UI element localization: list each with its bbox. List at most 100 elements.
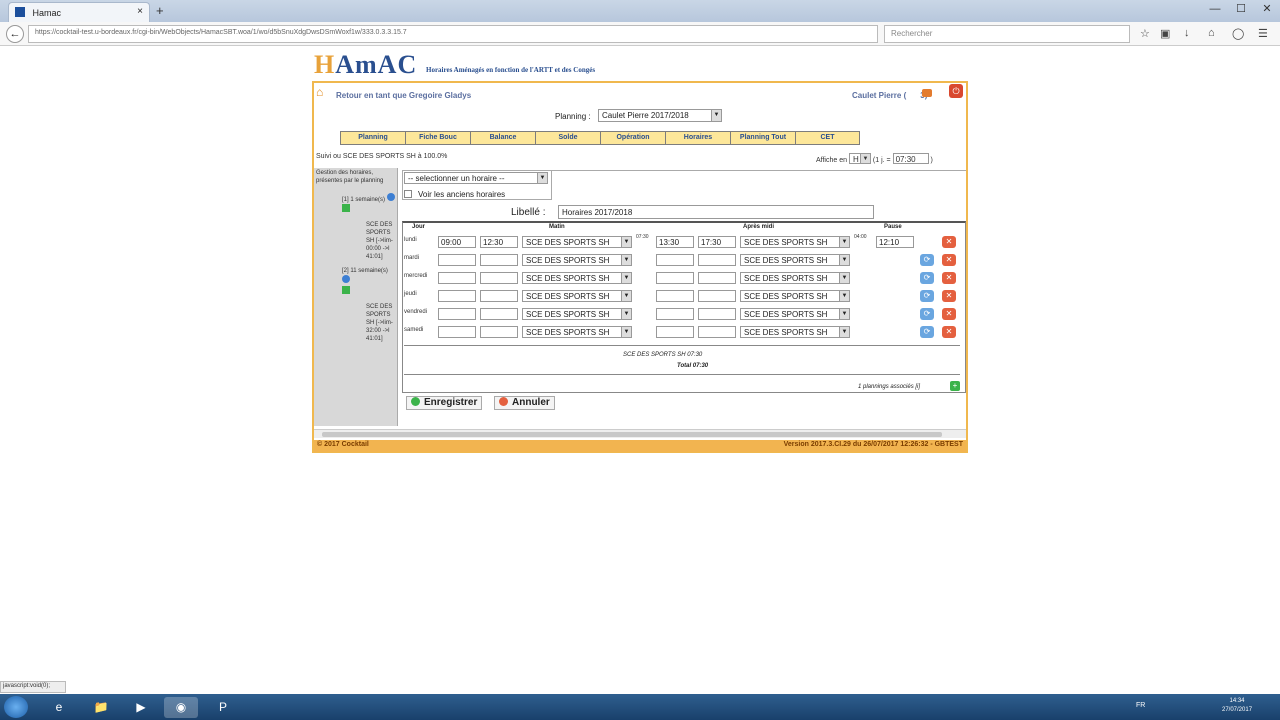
scrollbar-thumb[interactable] [322,432,942,437]
morning-start-input[interactable] [438,326,476,338]
sidebar-week2[interactable]: [2] 11 semaine(s) [342,267,395,297]
menu-item-6[interactable]: Planning Tout [730,131,795,145]
morning-end-input[interactable] [480,254,518,266]
address-bar[interactable]: https://cocktail-test.u-bordeaux.fr/cgi-… [28,25,878,43]
morning-start-input[interactable] [438,254,476,266]
bookmark-star-icon[interactable]: ☆ [1140,27,1150,40]
morning-end-input[interactable] [480,272,518,284]
tab-hamac[interactable]: Hamac × [8,2,150,22]
copy-icon[interactable]: ⟳ [920,326,934,338]
ie-icon[interactable]: e [42,697,76,718]
menu-item-4[interactable]: Opération [600,131,665,145]
morning-service-select[interactable]: SCE DES SPORTS SH ▼ [522,290,632,302]
col-jour: Jour [412,224,426,230]
afternoon-service-select[interactable]: SCE DES SPORTS SH ▼ [740,290,850,302]
download-icon[interactable]: ↓ [1184,27,1190,39]
mail-icon[interactable] [922,89,932,97]
morning-end-input[interactable]: 12:30 [480,236,518,248]
show-old-checkbox[interactable] [404,190,412,198]
firefox-icon[interactable]: ◉ [164,697,198,718]
menu-item-2[interactable]: Balance [470,131,535,145]
menu-item-3[interactable]: Solde [535,131,600,145]
copy-icon[interactable]: ⟳ [920,308,934,320]
afternoon-service-select[interactable]: SCE DES SPORTS SH ▼ [740,254,850,266]
clock[interactable]: 14:34 27/07/2017 [1222,697,1252,715]
libelle-input[interactable]: Horaires 2017/2018 [558,205,874,219]
menu-item-0[interactable]: Planning [340,131,405,145]
home-icon[interactable]: ⌂ [1208,27,1215,39]
back-arrow-icon[interactable]: ← [6,25,24,43]
minimize-button[interactable]: — [1202,0,1228,20]
afternoon-start-input[interactable]: 13:30 [656,236,694,248]
afternoon-end-input[interactable] [698,290,736,302]
delete-icon[interactable]: ✕ [942,290,956,302]
afternoon-end-input[interactable] [698,254,736,266]
menu-item-7[interactable]: CET [795,131,860,145]
copy-icon[interactable]: ⟳ [920,254,934,266]
delete-icon[interactable]: ✕ [942,254,956,266]
morning-service-select[interactable]: SCE DES SPORTS SH ▼ [522,254,632,266]
powerpoint-icon[interactable]: P [206,697,240,718]
morning-start-input[interactable] [438,290,476,302]
morning-service-select[interactable]: SCE DES SPORTS SH ▼ [522,326,632,338]
close-window-button[interactable]: ✕ [1254,0,1280,20]
delete-icon[interactable]: ✕ [942,326,956,338]
morning-service-select[interactable]: SCE DES SPORTS SH ▼ [522,308,632,320]
delete-icon[interactable]: ✕ [942,308,956,320]
afternoon-start-input[interactable] [656,254,694,266]
delete-icon[interactable]: ✕ [942,272,956,284]
new-tab-button[interactable]: + [156,3,164,18]
delete-icon[interactable]: ✕ [942,236,956,248]
horizontal-scrollbar[interactable] [314,429,966,438]
maximize-button[interactable]: ☐ [1228,0,1254,20]
afternoon-start-input[interactable] [656,290,694,302]
afternoon-service-select[interactable]: SCE DES SPORTS SH ▼ [740,308,850,320]
library-icon[interactable]: ▣ [1160,27,1170,40]
horaire-select[interactable]: -- selectionner un horaire -- ▼ [404,172,548,184]
home-icon[interactable]: ⌂ [316,85,323,99]
unit-select[interactable]: H ▼ [848,153,871,164]
cancel-button[interactable]: Annuler [494,396,555,410]
afternoon-start-input[interactable] [656,326,694,338]
morning-end-input[interactable] [480,290,518,302]
afternoon-start-input[interactable] [656,308,694,320]
pause-input[interactable]: 12:10 [876,236,914,248]
tab-close-button[interactable]: × [137,6,143,17]
media-player-icon[interactable]: ▶ [124,697,158,718]
save-button[interactable]: Enregistrer [406,396,483,410]
morning-start-input[interactable] [438,272,476,284]
morning-service-select[interactable]: SCE DES SPORTS SH ▼ [522,236,632,248]
afternoon-end-input[interactable] [698,326,736,338]
afternoon-service-select[interactable]: SCE DES SPORTS SH ▼ [740,272,850,284]
morning-end-input[interactable] [480,326,518,338]
divider [404,374,960,375]
start-button[interactable] [4,696,28,718]
copy-icon[interactable]: ⟳ [920,290,934,302]
morning-end-input[interactable] [480,308,518,320]
day-label: vendredi [404,309,428,315]
afternoon-service-select[interactable]: SCE DES SPORTS SH ▼ [740,236,850,248]
afternoon-start-input[interactable] [656,272,694,284]
morning-start-input[interactable] [438,308,476,320]
menu-hamburger-icon[interactable]: ☰ [1258,27,1268,40]
logout-icon[interactable]: ⏻ [949,84,963,98]
planning-select[interactable]: Caulet Pierre 2017/2018 ▼ [598,109,722,122]
afternoon-end-input[interactable] [698,308,736,320]
menu-item-1[interactable]: Fiche Bouc [405,131,470,145]
folder-icon[interactable]: 📁 [84,697,118,718]
retour-link[interactable]: Retour en tant que Gregoire Gladys [336,91,471,100]
copy-icon[interactable]: ⟳ [920,272,934,284]
morning-service-select[interactable]: SCE DES SPORTS SH ▼ [522,272,632,284]
sidebar-week1[interactable]: [1] 1 semaine(s) [342,193,395,215]
add-icon[interactable]: + [950,381,960,391]
afternoon-end-input[interactable]: 17:30 [698,236,736,248]
day-duration-input[interactable]: 07:30 [892,153,929,164]
afternoon-end-input[interactable] [698,272,736,284]
pocket-icon[interactable]: ◯ [1232,27,1244,40]
suivi-text: Suivi ou SCE DES SPORTS SH à 100.0% [316,153,448,160]
language-indicator[interactable]: FR [1136,702,1145,709]
search-input[interactable]: Rechercher [884,25,1130,43]
afternoon-service-select[interactable]: SCE DES SPORTS SH ▼ [740,326,850,338]
menu-item-5[interactable]: Horaires [665,131,730,145]
morning-start-input[interactable]: 09:00 [438,236,476,248]
